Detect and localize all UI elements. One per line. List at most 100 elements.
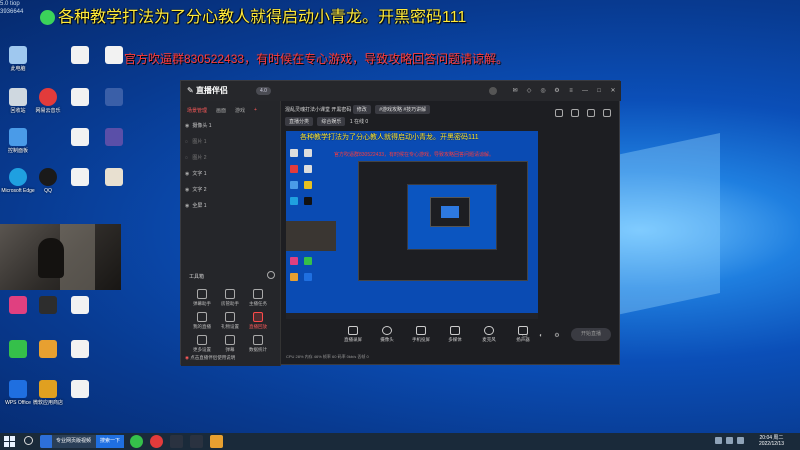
desktop-icon-music[interactable]: 网易云音乐 bbox=[30, 88, 66, 114]
desktop-file-icon[interactable] bbox=[30, 340, 66, 360]
desktop-icon-label: Microsoft Edge bbox=[1, 188, 35, 194]
tab-scenes[interactable]: 场景管理 bbox=[187, 107, 207, 114]
screen-record-button[interactable]: 直播录屏 bbox=[341, 326, 365, 343]
gift-icon[interactable]: ◇ bbox=[525, 87, 533, 95]
desktop-icon-label: 控制面板 bbox=[7, 148, 28, 154]
desktop-icon-edge[interactable]: Microsoft Edge bbox=[0, 168, 36, 194]
help-icon: ◉ bbox=[185, 355, 189, 360]
gear-icon[interactable]: ⚙ bbox=[553, 332, 561, 340]
desktop-file-icon[interactable] bbox=[96, 46, 132, 66]
multimedia-button[interactable]: 多媒体 bbox=[443, 326, 467, 343]
record-icon[interactable] bbox=[587, 109, 595, 117]
desktop-file-icon[interactable] bbox=[62, 168, 98, 188]
preview-title-text: 各种教学打法为了分心教人就得启动小青龙。开黑密码111 bbox=[300, 134, 479, 141]
file-icon bbox=[71, 340, 89, 358]
scene-item[interactable]: ◉ 文字 2 bbox=[185, 185, 275, 195]
tool-danmu-assistant[interactable]: 弹幕助手 bbox=[189, 289, 215, 307]
scene-label: 摄像头 1 bbox=[192, 123, 212, 129]
eye-icon[interactable]: ◌ bbox=[185, 137, 191, 147]
ime-icon[interactable] bbox=[737, 437, 744, 444]
preview-file-icon bbox=[304, 149, 312, 157]
preview-scrollbar[interactable] bbox=[286, 313, 538, 319]
overlay-promo-text: 官方吹逼群830522433，有时候在专心游戏，导致攻略回答问题请谅解。 bbox=[124, 52, 509, 66]
tool-live-replay[interactable]: 直播回放 bbox=[245, 312, 271, 330]
settings-icon[interactable]: ⚙ bbox=[553, 87, 561, 95]
file-explorer-icon[interactable] bbox=[210, 435, 223, 448]
stream-preview[interactable]: 各种教学打法为了分心教人就得启动小青龙。开黑密码111 官方吹逼群8305224… bbox=[286, 131, 538, 313]
layout-icon[interactable] bbox=[555, 109, 563, 117]
eye-icon[interactable]: ◉ bbox=[185, 185, 191, 195]
desktop-file-icon[interactable] bbox=[96, 168, 132, 188]
stream-tags[interactable]: #游戏攻略 #技巧讲解 bbox=[375, 105, 431, 114]
start-live-button[interactable]: 开始直播 bbox=[571, 328, 611, 341]
phone-cast-button[interactable]: 手机投屏 bbox=[409, 326, 433, 343]
app-icon[interactable] bbox=[170, 435, 183, 448]
scene-item[interactable]: ◉ 摄像头 1 bbox=[185, 121, 275, 131]
preview-app-icon bbox=[304, 197, 312, 205]
desktop-file-icon[interactable] bbox=[62, 380, 98, 400]
tool-host-task[interactable]: 主播任务 bbox=[245, 289, 271, 307]
file-icon bbox=[71, 168, 89, 186]
desktop-file-icon[interactable] bbox=[62, 340, 98, 360]
taskbar-clock[interactable]: 20:04 周二 2022/12/13 bbox=[759, 435, 784, 447]
volume-icon[interactable] bbox=[726, 437, 733, 444]
avatar[interactable] bbox=[489, 87, 497, 95]
close-icon[interactable]: ✕ bbox=[609, 87, 617, 95]
desktop-icon-computer[interactable]: 此电脑 bbox=[0, 46, 36, 72]
camera-toggle-icon[interactable]: ▭ bbox=[521, 332, 529, 340]
maximize-icon[interactable]: □ bbox=[595, 87, 603, 95]
tab-game[interactable]: 游戏 bbox=[235, 107, 245, 114]
tool-danmu[interactable]: 弹幕 bbox=[217, 335, 243, 353]
add-scene-icon[interactable]: + bbox=[254, 107, 257, 114]
desktop-icon-store[interactable]: 微软应用商店 bbox=[30, 380, 66, 406]
desktop-file-icon[interactable] bbox=[62, 88, 98, 108]
microphone-button[interactable]: 麦克风 bbox=[477, 326, 501, 343]
desktop-file-icon[interactable] bbox=[62, 46, 98, 66]
eye-icon[interactable]: ◉ bbox=[185, 121, 191, 131]
window-icon[interactable] bbox=[603, 109, 611, 117]
audio-toggle-icon[interactable]: ◐ bbox=[537, 332, 545, 340]
desktop-file-icon[interactable] bbox=[30, 296, 66, 316]
desktop-file-icon[interactable] bbox=[62, 296, 98, 316]
category-button[interactable]: 直播分类 bbox=[285, 117, 314, 126]
tool-room-admin[interactable]: 房管助手 bbox=[217, 289, 243, 307]
camera-button[interactable]: 摄像头 bbox=[375, 326, 399, 343]
desktop: 5.0 tiop 3936644 各种教学打法为了分心教人就得启动小青龙。开黑密… bbox=[0, 0, 800, 433]
like-count: 0 bbox=[365, 119, 369, 125]
tool-stats[interactable]: 数据统计 bbox=[245, 335, 271, 353]
desktop-icon-control-panel[interactable]: 控制面板 bbox=[0, 128, 36, 154]
category-value[interactable]: 综合娱乐 bbox=[317, 117, 346, 126]
scene-item[interactable]: ◌ 图片 1 bbox=[185, 137, 275, 147]
tool-label: 更多设置 bbox=[193, 347, 211, 352]
scene-item[interactable]: ◌ 图片 2 bbox=[185, 153, 275, 163]
app-icon[interactable] bbox=[190, 435, 203, 448]
preview-deep-window bbox=[430, 197, 470, 227]
network-icon[interactable] bbox=[715, 437, 722, 444]
eye-icon[interactable]: ◌ bbox=[185, 153, 191, 163]
taskbar-search-button[interactable]: 搜索一下 bbox=[96, 435, 125, 448]
scene-item[interactable]: ◉ 文字 1 bbox=[185, 169, 275, 179]
search-icon[interactable] bbox=[24, 436, 33, 445]
tool-gift-settings[interactable]: 礼物设置 bbox=[217, 312, 243, 330]
desktop-file-icon[interactable] bbox=[96, 88, 132, 108]
bell-icon[interactable]: ◎ bbox=[539, 87, 547, 95]
app-icon[interactable] bbox=[130, 435, 143, 448]
desktop-file-icon[interactable] bbox=[96, 128, 132, 148]
tool-my-live[interactable]: 我的直播 bbox=[189, 312, 215, 330]
toolbox-more-icon[interactable] bbox=[267, 271, 275, 279]
edit-title-button[interactable]: 修改 bbox=[352, 105, 371, 114]
file-icon bbox=[71, 46, 89, 64]
sidebar-footer[interactable]: ◉ 点击直播伴侣使用说明 bbox=[185, 355, 235, 361]
scene-item[interactable]: ◉ 全屏 1 bbox=[185, 201, 275, 211]
start-button[interactable] bbox=[4, 436, 15, 447]
minimize-icon[interactable]: — bbox=[581, 87, 589, 95]
eye-icon[interactable]: ◉ bbox=[185, 169, 191, 179]
music-icon[interactable] bbox=[150, 435, 163, 448]
eye-icon[interactable]: ◉ bbox=[185, 201, 191, 211]
desktop-file-icon[interactable] bbox=[62, 128, 98, 148]
tool-more-settings[interactable]: 更多设置 bbox=[189, 335, 215, 353]
message-icon[interactable]: ✉ bbox=[511, 87, 519, 95]
tab-canvas[interactable]: 画面 bbox=[216, 107, 226, 114]
menu-icon[interactable]: ≡ bbox=[567, 87, 575, 95]
screen-icon[interactable] bbox=[571, 109, 579, 117]
